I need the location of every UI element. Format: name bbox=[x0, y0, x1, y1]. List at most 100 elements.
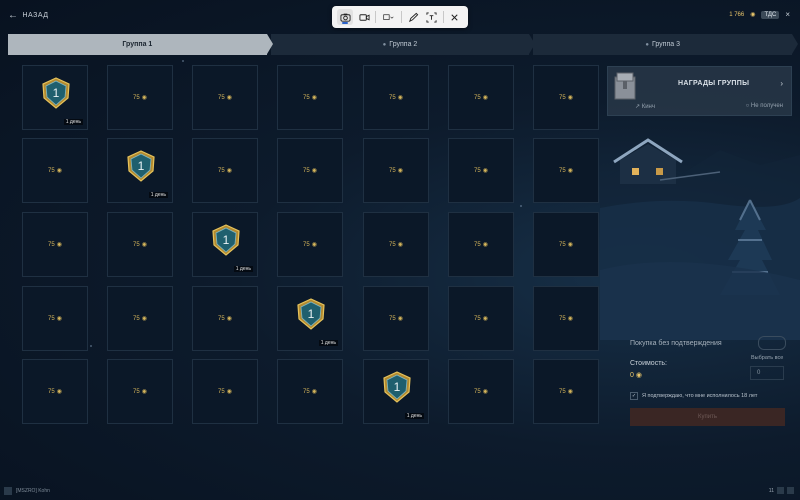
gold-coin-icon: ◉ bbox=[567, 242, 573, 248]
gold-coin-icon: ◉ bbox=[397, 316, 403, 322]
chat-toggle-icon[interactable] bbox=[4, 487, 12, 495]
price-value: 75 bbox=[389, 316, 396, 322]
cost-label: Стоимость: bbox=[630, 360, 667, 367]
gold-coin-icon: ◉ bbox=[567, 95, 573, 101]
calendar-cell-locked[interactable]: 75 ◉ bbox=[448, 212, 514, 277]
calendar-cell-locked[interactable]: 75 ◉ bbox=[533, 212, 599, 277]
gold-coin-icon: ◉ bbox=[56, 389, 62, 395]
close-toolbar-button[interactable] bbox=[447, 9, 463, 25]
tab-group-1[interactable]: Группа 1 bbox=[8, 34, 273, 55]
calendar-cell-reward[interactable]: 1 1 день bbox=[192, 212, 258, 277]
quantity-field[interactable]: 0 bbox=[750, 366, 784, 380]
price-value: 75 bbox=[559, 242, 566, 248]
cell-price: 75 ◉ bbox=[534, 94, 598, 101]
price-value: 75 bbox=[133, 316, 140, 322]
gold-coin-icon: ◉ bbox=[311, 95, 317, 101]
gold-coin-icon: ◉ bbox=[397, 242, 403, 248]
toolbar-divider bbox=[401, 11, 403, 23]
calendar-cell-reward[interactable]: 1 1 день bbox=[22, 65, 88, 130]
price-value: 75 bbox=[303, 389, 310, 395]
calendar-cell-locked[interactable]: 75 ◉ bbox=[363, 212, 429, 277]
calendar-cell-locked[interactable]: 75 ◉ bbox=[448, 65, 514, 130]
gold-coin-icon: ◉ bbox=[141, 316, 147, 322]
cell-price: 75 ◉ bbox=[193, 94, 257, 101]
gold-coin-icon: ◉ bbox=[482, 168, 488, 174]
calendar-cell-locked[interactable]: 75 ◉ bbox=[363, 138, 429, 203]
calendar-cell-locked[interactable]: 75 ◉ bbox=[448, 138, 514, 203]
calendar-cell-locked[interactable]: 75 ◉ bbox=[533, 65, 599, 130]
calendar-cell-locked[interactable]: 75 ◉ bbox=[22, 359, 88, 424]
calendar-cell-locked[interactable]: 75 ◉ bbox=[533, 286, 599, 351]
calendar-cell-locked[interactable]: 75 ◉ bbox=[192, 359, 258, 424]
menu-icon[interactable] bbox=[787, 487, 794, 494]
cell-price: 75 ◉ bbox=[449, 94, 513, 101]
record-mode-button[interactable] bbox=[356, 9, 372, 25]
cell-price: 75 ◉ bbox=[278, 167, 342, 174]
price-value: 75 bbox=[559, 95, 566, 101]
gold-coin-icon: ◉ bbox=[226, 95, 232, 101]
region-select-dropdown[interactable] bbox=[379, 9, 399, 25]
price-value: 75 bbox=[303, 95, 310, 101]
gold-coin-icon: ◉ bbox=[482, 242, 488, 248]
calendar-cell-locked[interactable]: 75 ◉ bbox=[107, 212, 173, 277]
back-button[interactable]: ← НАЗАД bbox=[8, 10, 49, 21]
gold-coin-icon: ◉ bbox=[567, 168, 573, 174]
price-value: 75 bbox=[303, 242, 310, 248]
calendar-cell-locked[interactable]: 75 ◉ bbox=[22, 138, 88, 203]
calendar-cell-locked[interactable]: 75 ◉ bbox=[448, 359, 514, 424]
select-all-link[interactable]: Выбрать все bbox=[751, 355, 783, 361]
calendar-cell-locked[interactable]: 75 ◉ bbox=[22, 286, 88, 351]
close-icon[interactable]: × bbox=[785, 10, 790, 19]
tab-group-2[interactable]: ● Группа 2 bbox=[270, 34, 536, 55]
calendar-cell-locked[interactable]: 75 ◉ bbox=[533, 138, 599, 203]
cell-price: 75 ◉ bbox=[534, 315, 598, 322]
calendar-cell-locked[interactable]: 75 ◉ bbox=[192, 138, 258, 203]
buy-button[interactable]: Купить bbox=[630, 408, 785, 426]
text-actions-button[interactable] bbox=[424, 9, 440, 25]
medal-number: 1 bbox=[394, 380, 401, 394]
chat-bar: [MSZRO] Kohn bbox=[4, 487, 50, 495]
price-value: 75 bbox=[218, 168, 225, 174]
age-confirm[interactable]: ✓ Я подтверждаю, что мне исполнилось 18 … bbox=[630, 392, 757, 400]
calendar-cell-locked[interactable]: 75 ◉ bbox=[277, 65, 343, 130]
calendar-cell-locked[interactable]: 75 ◉ bbox=[107, 65, 173, 130]
toolbar-divider bbox=[442, 11, 444, 23]
back-label: НАЗАД bbox=[22, 12, 49, 19]
gold-coin-icon: ◉ bbox=[141, 95, 147, 101]
calendar-cell-locked[interactable]: 75 ◉ bbox=[22, 212, 88, 277]
gold-coin-icon: ◉ bbox=[56, 242, 62, 248]
calendar-cell-locked[interactable]: 75 ◉ bbox=[277, 138, 343, 203]
calendar-cell-locked[interactable]: 75 ◉ bbox=[363, 65, 429, 130]
price-value: 75 bbox=[389, 95, 396, 101]
calendar-cell-locked[interactable]: 75 ◉ bbox=[192, 286, 258, 351]
calendar-cell-locked[interactable]: 75 ◉ bbox=[533, 359, 599, 424]
medal-badge-icon: 1 bbox=[42, 77, 70, 109]
cell-price: 75 ◉ bbox=[108, 241, 172, 248]
calendar-cell-locked[interactable]: 75 ◉ bbox=[448, 286, 514, 351]
calendar-cell-locked[interactable]: 75 ◉ bbox=[277, 359, 343, 424]
screenshot-mode-button[interactable] bbox=[337, 9, 354, 25]
calendar-cell-reward[interactable]: 1 1 день bbox=[107, 138, 173, 203]
calendar-cell-locked[interactable]: 75 ◉ bbox=[107, 286, 173, 351]
medal-number: 1 bbox=[53, 86, 60, 100]
price-value: 75 bbox=[474, 242, 481, 248]
cell-price: 75 ◉ bbox=[23, 315, 87, 322]
cell-price: 75 ◉ bbox=[364, 94, 428, 101]
checkbox-icon[interactable]: ✓ bbox=[630, 392, 638, 400]
close-icon bbox=[451, 13, 458, 21]
calendar-cell-locked[interactable]: 75 ◉ bbox=[107, 359, 173, 424]
markup-button[interactable] bbox=[405, 9, 421, 25]
calendar-cell-locked[interactable]: 75 ◉ bbox=[277, 212, 343, 277]
pen-icon bbox=[408, 12, 418, 22]
online-count: 11 bbox=[768, 487, 774, 494]
calendar-cell-locked[interactable]: 75 ◉ bbox=[192, 65, 258, 130]
calendar-cell-reward[interactable]: 1 1 день bbox=[363, 359, 429, 424]
calendar-cell-reward[interactable]: 1 1 день bbox=[277, 286, 343, 351]
cell-price: 75 ◉ bbox=[23, 241, 87, 248]
tab-group-3[interactable]: ● Группа 3 bbox=[533, 34, 798, 55]
calendar-cell-locked[interactable]: 75 ◉ bbox=[363, 286, 429, 351]
no-confirm-toggle[interactable] bbox=[758, 336, 786, 350]
price-value: 75 bbox=[474, 168, 481, 174]
notifications-icon[interactable] bbox=[777, 487, 784, 494]
toolbar-divider bbox=[374, 11, 376, 23]
